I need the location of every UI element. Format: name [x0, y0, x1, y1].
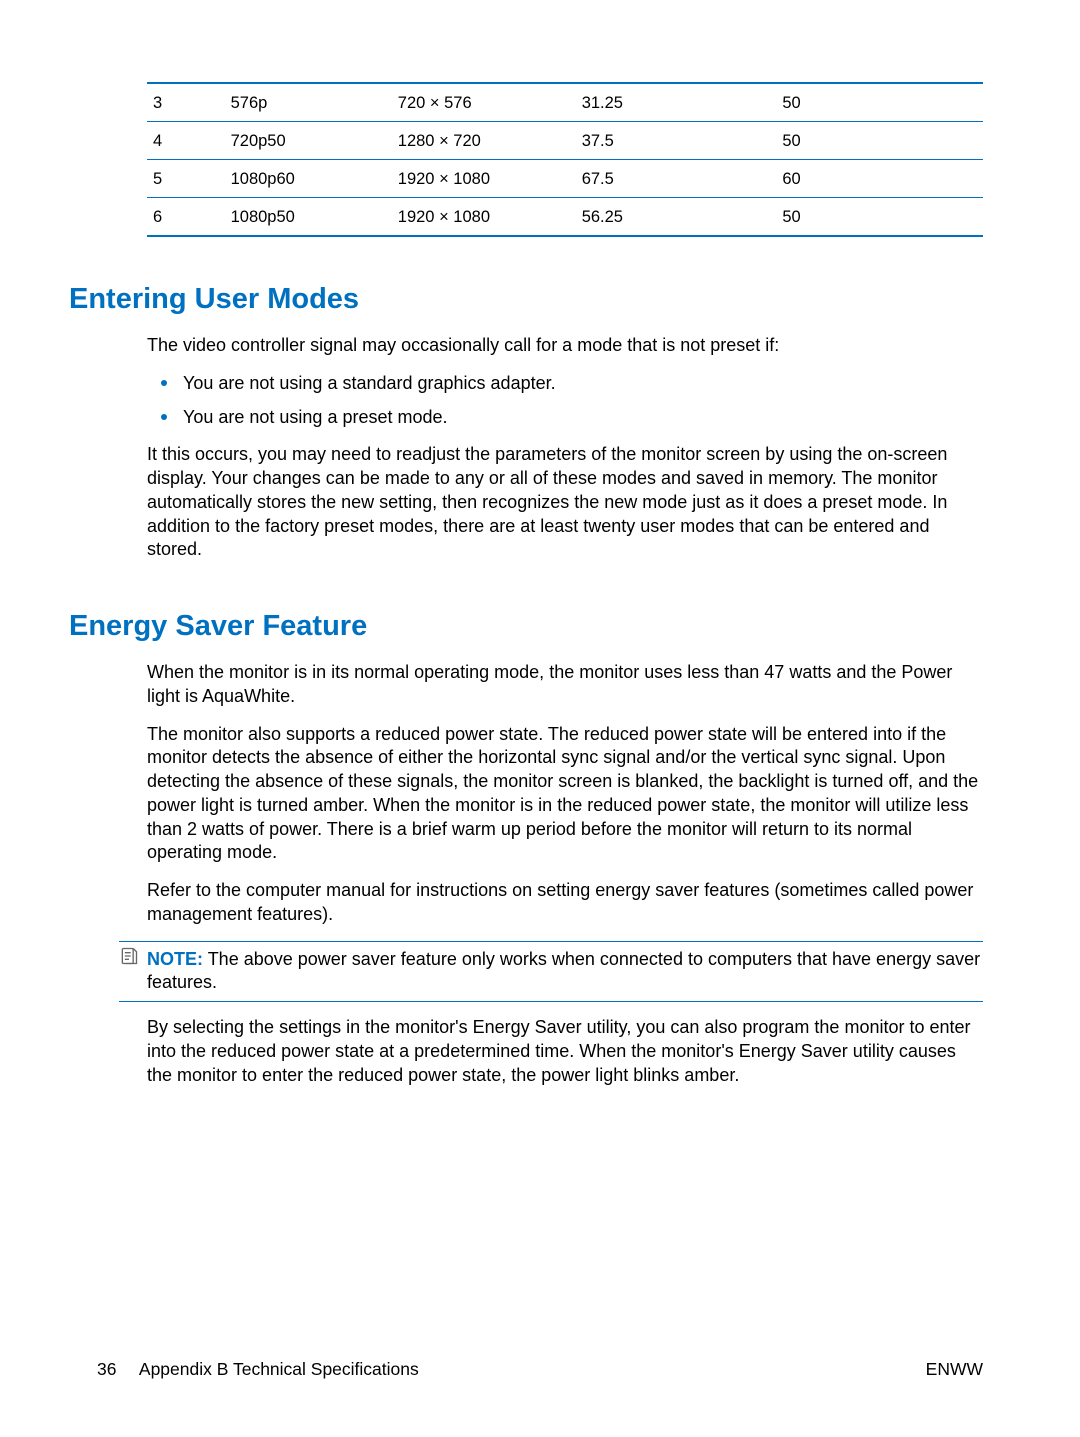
note-body: The above power saver feature only works…	[147, 949, 980, 993]
cell-index: 5	[147, 160, 231, 198]
note-icon	[119, 946, 139, 966]
cell-index: 3	[147, 83, 231, 122]
paragraph: Refer to the computer manual for instruc…	[147, 879, 983, 927]
note-rule-bottom	[119, 1001, 983, 1002]
cell-mode-name: 1080p50	[231, 198, 398, 237]
bullet-list: You are not using a standard graphics ad…	[147, 372, 983, 430]
note-text: NOTE: The above power saver feature only…	[147, 949, 980, 993]
cell-hfreq: 67.5	[582, 160, 783, 198]
footer-left: 36 Appendix B Technical Specifications	[97, 1359, 419, 1380]
cell-index: 6	[147, 198, 231, 237]
cell-mode-name: 576p	[231, 83, 398, 122]
table-row: 4 720p50 1280 × 720 37.5 50	[147, 122, 983, 160]
cell-resolution: 1920 × 1080	[398, 198, 582, 237]
page: 3 576p 720 × 576 31.25 50 4 720p50 1280 …	[0, 0, 1080, 1437]
page-number: 36	[97, 1359, 135, 1380]
paragraph: It this occurs, you may need to readjust…	[147, 443, 983, 562]
content-area: 3 576p 720 × 576 31.25 50 4 720p50 1280 …	[147, 82, 983, 1101]
video-modes-table: 3 576p 720 × 576 31.25 50 4 720p50 1280 …	[147, 82, 983, 237]
note-block: NOTE: The above power saver feature only…	[147, 941, 983, 1003]
cell-vfreq: 50	[782, 83, 983, 122]
cell-resolution: 1280 × 720	[398, 122, 582, 160]
list-item: You are not using a preset mode.	[147, 406, 983, 430]
cell-mode-name: 720p50	[231, 122, 398, 160]
page-footer: 36 Appendix B Technical Specifications E…	[97, 1359, 983, 1380]
note-label: NOTE:	[147, 949, 203, 969]
paragraph: When the monitor is in its normal operat…	[147, 661, 983, 709]
cell-resolution: 1920 × 1080	[398, 160, 582, 198]
cell-hfreq: 37.5	[582, 122, 783, 160]
cell-resolution: 720 × 576	[398, 83, 582, 122]
heading-energy-saver-feature: Energy Saver Feature	[69, 576, 983, 661]
table-row: 3 576p 720 × 576 31.25 50	[147, 83, 983, 122]
note-content: NOTE: The above power saver feature only…	[147, 942, 983, 1002]
cell-hfreq: 56.25	[582, 198, 783, 237]
list-item: You are not using a standard graphics ad…	[147, 372, 983, 396]
paragraph: The video controller signal may occasion…	[147, 334, 983, 358]
paragraph: By selecting the settings in the monitor…	[147, 1016, 983, 1087]
cell-hfreq: 31.25	[582, 83, 783, 122]
cell-vfreq: 50	[782, 122, 983, 160]
table-row: 6 1080p50 1920 × 1080 56.25 50	[147, 198, 983, 237]
heading-entering-user-modes: Entering User Modes	[69, 237, 983, 334]
cell-index: 4	[147, 122, 231, 160]
cell-vfreq: 60	[782, 160, 983, 198]
table-row: 5 1080p60 1920 × 1080 67.5 60	[147, 160, 983, 198]
paragraph: The monitor also supports a reduced powe…	[147, 723, 983, 866]
cell-vfreq: 50	[782, 198, 983, 237]
footer-section-title: Appendix B Technical Specifications	[139, 1359, 419, 1379]
footer-right: ENWW	[926, 1359, 983, 1380]
cell-mode-name: 1080p60	[231, 160, 398, 198]
